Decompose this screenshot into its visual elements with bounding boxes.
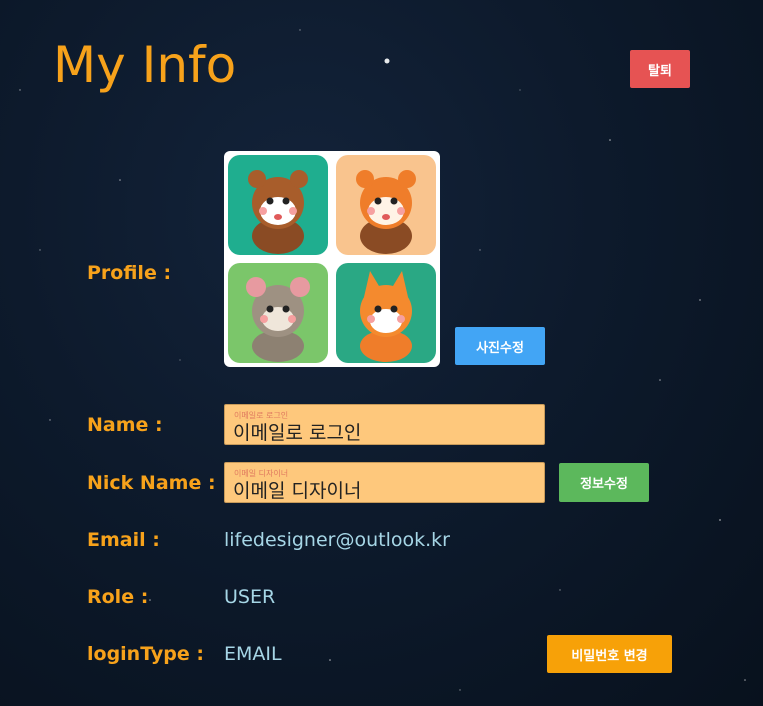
name-label: Name : bbox=[87, 414, 163, 436]
withdraw-button[interactable]: 탈퇴 bbox=[630, 50, 690, 88]
name-input[interactable] bbox=[233, 419, 533, 443]
role-label: Role : bbox=[87, 586, 149, 608]
name-field: 이메일로 로그인 bbox=[224, 404, 545, 445]
profile-image bbox=[224, 151, 440, 367]
profile-animal-grid-icon bbox=[228, 155, 436, 363]
email-value: lifedesigner@outlook.kr bbox=[224, 529, 450, 551]
edit-photo-button[interactable]: 사진수정 bbox=[455, 327, 545, 365]
nickname-input[interactable] bbox=[233, 477, 533, 501]
edit-info-button[interactable]: 정보수정 bbox=[559, 463, 649, 502]
nickname-field: 이메일 디자이너 bbox=[224, 462, 545, 503]
change-password-button[interactable]: 비밀번호 변경 bbox=[547, 635, 672, 673]
page-title: My Info bbox=[53, 36, 237, 94]
login-type-value: EMAIL bbox=[224, 643, 282, 665]
profile-label: Profile : bbox=[87, 262, 172, 284]
email-label: Email : bbox=[87, 529, 160, 551]
role-value: USER bbox=[224, 586, 276, 608]
login-type-label: loginType : bbox=[87, 643, 204, 665]
nickname-label: Nick Name : bbox=[87, 472, 216, 494]
